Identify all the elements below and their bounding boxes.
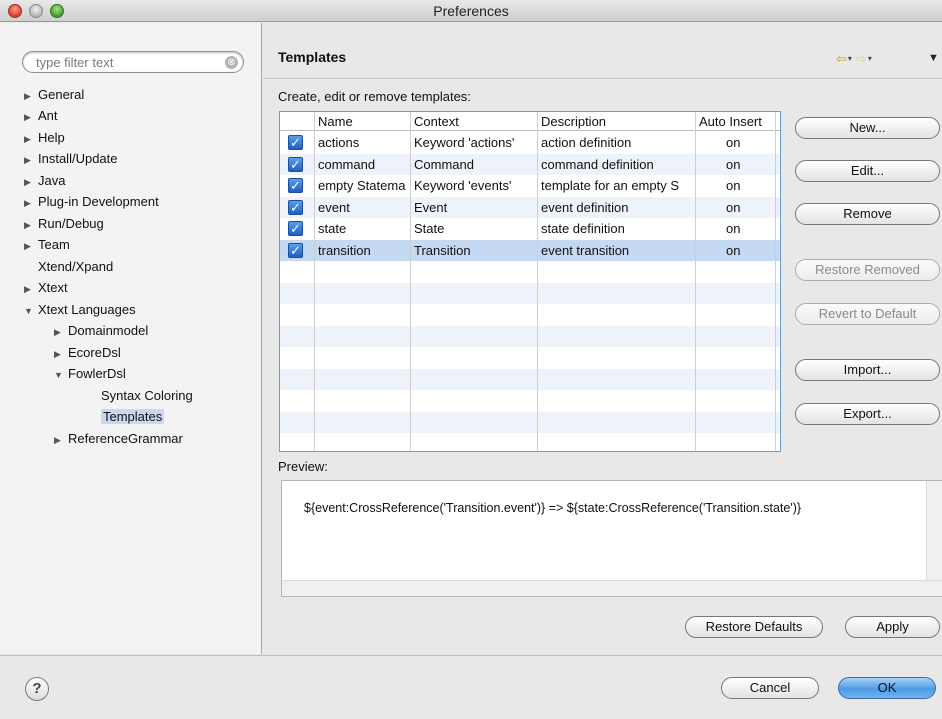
- preview-label: Preview:: [278, 459, 328, 474]
- footer-divider: [0, 655, 942, 656]
- tree-item-java[interactable]: ▶ Java: [24, 170, 65, 191]
- expand-arrow-icon[interactable]: ▶: [24, 236, 38, 257]
- export-button[interactable]: Export...: [795, 403, 940, 425]
- tree-item-ecoredsl[interactable]: ▶ EcoreDsl: [54, 342, 121, 363]
- templates-table[interactable]: ✓ actions Keyword 'actions' action defin…: [279, 111, 781, 452]
- tree-item-domainmodel[interactable]: ▶ Domainmodel: [54, 320, 148, 341]
- table-row-selected[interactable]: ✓ transition Transition event transition…: [280, 240, 780, 261]
- tree-item-referencegrammar[interactable]: ▶ ReferenceGrammar: [54, 428, 183, 449]
- import-button[interactable]: Import...: [795, 359, 940, 381]
- checkbox-icon[interactable]: ✓: [288, 221, 303, 236]
- tree-item-xtext-languages[interactable]: ▼ Xtext Languages: [24, 299, 136, 320]
- table-row[interactable]: ✓ actions Keyword 'actions' action defin…: [280, 132, 780, 153]
- back-arrow-icon[interactable]: ⇦: [836, 51, 847, 66]
- table-row[interactable]: ✓ empty Statema Keyword 'events' templat…: [280, 175, 780, 196]
- new-button[interactable]: New...: [795, 117, 940, 139]
- table-row[interactable]: ✓ event Event event definition on: [280, 197, 780, 218]
- history-navigation: ⇦▾ ⇨▾: [836, 51, 876, 67]
- column-header-auto-insert[interactable]: Auto Insert: [699, 114, 762, 129]
- collapse-arrow-icon[interactable]: ▼: [54, 365, 68, 386]
- back-dropdown-icon[interactable]: ▾: [848, 54, 852, 63]
- column-divider: [775, 112, 776, 451]
- cancel-button[interactable]: Cancel: [721, 677, 819, 699]
- filter-input[interactable]: type filter text ⊗: [22, 51, 244, 73]
- restore-defaults-button[interactable]: Restore Defaults: [685, 616, 823, 638]
- empty-row: [280, 369, 780, 390]
- checkbox-icon[interactable]: ✓: [288, 200, 303, 215]
- column-divider: [537, 112, 538, 451]
- vertical-scrollbar[interactable]: [926, 481, 942, 581]
- tree-item-install-update[interactable]: ▶ Install/Update: [24, 148, 118, 169]
- forward-dropdown-icon[interactable]: ▾: [868, 54, 872, 63]
- forward-arrow-icon[interactable]: ⇨: [856, 51, 867, 66]
- restore-removed-button[interactable]: Restore Removed: [795, 259, 940, 281]
- tree-item-team[interactable]: ▶ Team: [24, 234, 70, 255]
- expand-arrow-icon[interactable]: ▶: [24, 279, 38, 300]
- tree-item-templates[interactable]: Templates: [87, 406, 165, 427]
- expand-arrow-icon[interactable]: ▶: [24, 150, 38, 171]
- expand-arrow-icon[interactable]: ▶: [54, 344, 68, 365]
- remove-button[interactable]: Remove: [795, 203, 940, 225]
- tree-item-general[interactable]: ▶ General: [24, 84, 84, 105]
- table-header: Name Context Description Auto Insert: [280, 112, 780, 131]
- apply-button[interactable]: Apply: [845, 616, 940, 638]
- column-header-description[interactable]: Description: [541, 114, 606, 129]
- edit-button[interactable]: Edit...: [795, 160, 940, 182]
- tree-item-xtext[interactable]: ▶ Xtext: [24, 277, 68, 298]
- tree-item-fowlerdsl[interactable]: ▼ FowlerDsl: [54, 363, 126, 384]
- column-divider: [410, 112, 411, 451]
- tree-item-ant[interactable]: ▶ Ant: [24, 105, 58, 126]
- preview-panel[interactable]: ${event:CrossReference('Transition.event…: [281, 480, 942, 597]
- column-header-name[interactable]: Name: [318, 114, 353, 129]
- tree-item-xtend-xpand[interactable]: Xtend/Xpand: [24, 256, 113, 277]
- filter-placeholder: type filter text: [36, 55, 114, 70]
- header-divider: [263, 78, 942, 79]
- ok-button[interactable]: OK: [838, 677, 936, 699]
- horizontal-scrollbar[interactable]: [282, 580, 942, 596]
- empty-row: [280, 412, 780, 433]
- expand-arrow-icon[interactable]: ▶: [54, 322, 68, 343]
- tree-item-syntax-coloring[interactable]: Syntax Coloring: [87, 385, 193, 406]
- tree-item-help[interactable]: ▶ Help: [24, 127, 65, 148]
- checkbox-icon[interactable]: ✓: [288, 243, 303, 258]
- column-header-context[interactable]: Context: [414, 114, 459, 129]
- column-divider: [314, 112, 315, 451]
- tree-item-plugin-development[interactable]: ▶ Plug-in Development: [24, 191, 159, 212]
- close-window-button[interactable]: [8, 4, 22, 18]
- expand-arrow-icon[interactable]: ▶: [24, 129, 38, 150]
- help-icon[interactable]: ?: [25, 677, 49, 701]
- expand-arrow-icon[interactable]: ▶: [24, 215, 38, 236]
- title-bar: Preferences: [0, 0, 942, 22]
- empty-row: [280, 326, 780, 347]
- page-title: Templates: [278, 49, 347, 65]
- expand-arrow-icon[interactable]: ▶: [24, 86, 38, 107]
- table-row[interactable]: ✓ state State state definition on: [280, 218, 780, 239]
- revert-to-default-button[interactable]: Revert to Default: [795, 303, 940, 325]
- checkbox-icon[interactable]: ✓: [288, 157, 303, 172]
- intro-text: Create, edit or remove templates:: [278, 89, 471, 104]
- preference-tree-pane: type filter text ⊗ ▶ General ▶ Ant ▶ Help ▶…: [0, 23, 262, 654]
- expand-arrow-icon[interactable]: ▶: [24, 172, 38, 193]
- minimize-window-button[interactable]: [29, 4, 43, 18]
- expand-arrow-icon[interactable]: ▶: [24, 107, 38, 128]
- empty-row: [280, 283, 780, 304]
- table-row[interactable]: ✓ command Command command definition on: [280, 154, 780, 175]
- view-menu-icon[interactable]: ▼: [928, 52, 939, 64]
- expand-arrow-icon[interactable]: ▶: [24, 193, 38, 214]
- collapse-arrow-icon[interactable]: ▼: [24, 301, 38, 322]
- zoom-window-button[interactable]: [50, 4, 64, 18]
- checkbox-icon[interactable]: ✓: [288, 135, 303, 150]
- clear-filter-icon[interactable]: ⊗: [225, 56, 238, 69]
- checkbox-icon[interactable]: ✓: [288, 178, 303, 193]
- tree-item-run-debug[interactable]: ▶ Run/Debug: [24, 213, 104, 234]
- preview-text: ${event:CrossReference('Transition.event…: [304, 501, 802, 515]
- window-title: Preferences: [433, 3, 509, 19]
- column-divider: [695, 112, 696, 451]
- expand-arrow-icon[interactable]: ▶: [54, 430, 68, 451]
